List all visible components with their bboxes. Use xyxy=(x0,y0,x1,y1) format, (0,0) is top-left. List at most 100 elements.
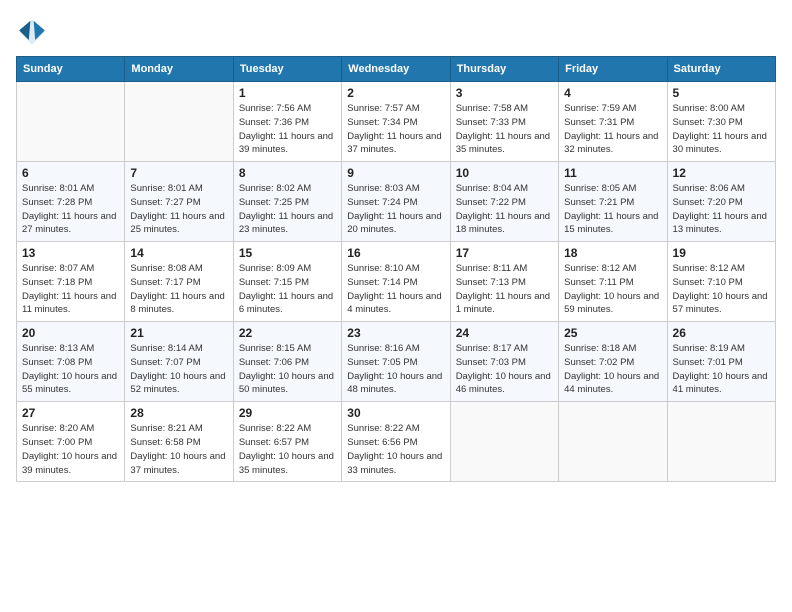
day-info: Sunrise: 8:09 AMSunset: 7:15 PMDaylight:… xyxy=(239,262,336,317)
sunrise-text: Sunrise: 8:20 AM xyxy=(22,423,94,434)
sunset-text: Sunset: 7:06 PM xyxy=(239,357,309,368)
sunset-text: Sunset: 6:58 PM xyxy=(130,437,200,448)
calendar-week-row: 13 Sunrise: 8:07 AM Sunset: 7:18 PM Dayligh… xyxy=(17,242,776,322)
calendar-day-cell: 27Sunrise: 8:20 AMSunset: 7:00 PMDayligh… xyxy=(17,402,125,482)
day-number: 14 xyxy=(130,246,227,260)
calendar-week-row: 1 Sunrise: 7:56 AM Sunset: 7:36 PM Daylight… xyxy=(17,82,776,162)
calendar-day-cell: 15 Sunrise: 8:09 AMSunset: 7:15 PMDayligh… xyxy=(233,242,341,322)
sunset-text: Sunset: 7:34 PM xyxy=(347,117,417,128)
daylight-text: Daylight: 11 hours and 35 minutes. xyxy=(456,131,550,156)
day-number: 28 xyxy=(130,406,227,420)
day-number: 24 xyxy=(456,326,553,340)
day-number: 16 xyxy=(347,246,444,260)
day-info: Sunrise: 8:02 AMSunset: 7:25 PMDaylight:… xyxy=(239,182,336,237)
day-number: 13 xyxy=(22,246,119,260)
calendar-week-row: 6Sunrise: 8:01 AMSunset: 7:28 PMDaylight… xyxy=(17,162,776,242)
sunrise-text: Sunrise: 7:56 AM xyxy=(239,103,311,114)
calendar-day-cell xyxy=(125,82,233,162)
sunset-text: Sunset: 7:11 PM xyxy=(564,277,634,288)
calendar-header-row: SundayMondayTuesdayWednesdayThursdayFrid… xyxy=(17,57,776,82)
sunset-text: Sunset: 7:20 PM xyxy=(673,197,743,208)
day-info: Sunrise: 8:18 AMSunset: 7:02 PMDaylight:… xyxy=(564,342,661,397)
calendar-day-cell: 2Sunrise: 7:57 AMSunset: 7:34 PMDaylight… xyxy=(342,82,450,162)
daylight-text: Daylight: 11 hours and 13 minutes. xyxy=(673,211,767,236)
calendar-day-cell: 17Sunrise: 8:11 AMSunset: 7:13 PMDayligh… xyxy=(450,242,558,322)
sunrise-text: Sunrise: 8:02 AM xyxy=(239,183,311,194)
day-info: Sunrise: 8:19 AMSunset: 7:01 PMDaylight:… xyxy=(673,342,770,397)
daylight-text: Daylight: 11 hours and 25 minutes. xyxy=(130,211,224,236)
calendar-day-cell: 26 Sunrise: 8:19 AMSunset: 7:01 PMDayligh… xyxy=(667,322,775,402)
day-info: Sunrise: 8:16 AMSunset: 7:05 PMDaylight:… xyxy=(347,342,444,397)
sunrise-text: Sunrise: 8:15 AM xyxy=(239,343,311,354)
sunset-text: Sunset: 7:27 PM xyxy=(130,197,200,208)
sunset-text: Sunset: 6:56 PM xyxy=(347,437,417,448)
sunset-text: Sunset: 7:18 PM xyxy=(22,277,92,288)
sunrise-text: Sunrise: 8:01 AM xyxy=(22,183,94,194)
daylight-text: Daylight: 11 hours and 39 minutes. xyxy=(239,131,333,156)
day-info: Sunrise: 7:59 AMSunset: 7:31 PMDaylight:… xyxy=(564,102,661,157)
day-number: 6 xyxy=(22,166,119,180)
sunrise-text: Sunrise: 7:58 AM xyxy=(456,103,528,114)
daylight-text: Daylight: 11 hours and 27 minutes. xyxy=(22,211,116,236)
sunrise-text: Sunrise: 8:00 AM xyxy=(673,103,745,114)
sunrise-text: Sunrise: 8:13 AM xyxy=(22,343,94,354)
daylight-text: Daylight: 10 hours and 35 minutes. xyxy=(239,451,334,476)
sunrise-text: Sunrise: 8:03 AM xyxy=(347,183,419,194)
daylight-text: Daylight: 10 hours and 59 minutes. xyxy=(564,291,659,316)
daylight-text: Daylight: 10 hours and 46 minutes. xyxy=(456,371,551,396)
day-header-monday: Monday xyxy=(125,57,233,82)
day-number: 22 xyxy=(239,326,336,340)
day-info: Sunrise: 8:10 AMSunset: 7:14 PMDaylight:… xyxy=(347,262,444,317)
day-number: 18 xyxy=(564,246,661,260)
daylight-text: Daylight: 11 hours and 8 minutes. xyxy=(130,291,224,316)
day-number: 7 xyxy=(130,166,227,180)
day-info: Sunrise: 8:13 AMSunset: 7:08 PMDaylight:… xyxy=(22,342,119,397)
calendar-day-cell: 29Sunrise: 8:22 AMSunset: 6:57 PMDayligh… xyxy=(233,402,341,482)
calendar-day-cell xyxy=(559,402,667,482)
day-number: 12 xyxy=(673,166,770,180)
day-info: Sunrise: 7:58 AM Sunset: 7:33 PM Daylight:… xyxy=(456,102,553,157)
sunset-text: Sunset: 7:31 PM xyxy=(564,117,634,128)
day-header-saturday: Saturday xyxy=(667,57,775,82)
day-number: 5 xyxy=(673,86,770,100)
day-number: 26 xyxy=(673,326,770,340)
sunset-text: Sunset: 7:14 PM xyxy=(347,277,417,288)
page-header xyxy=(16,16,776,48)
sunrise-text: Sunrise: 8:19 AM xyxy=(673,343,745,354)
day-info: Sunrise: 8:00 AMSunset: 7:30 PMDaylight:… xyxy=(673,102,770,157)
calendar-day-cell: 25Sunrise: 8:18 AMSunset: 7:02 PMDayligh… xyxy=(559,322,667,402)
sunset-text: Sunset: 7:30 PM xyxy=(673,117,743,128)
sunrise-text: Sunrise: 8:07 AM xyxy=(22,263,94,274)
sunset-text: Sunset: 7:02 PM xyxy=(564,357,634,368)
sunset-text: Sunset: 7:33 PM xyxy=(456,117,526,128)
day-number: 19 xyxy=(673,246,770,260)
sunset-text: Sunset: 7:13 PM xyxy=(456,277,526,288)
calendar-day-cell: 12 Sunrise: 8:06 AMSunset: 7:20 PMDayligh… xyxy=(667,162,775,242)
calendar-day-cell: 5Sunrise: 8:00 AMSunset: 7:30 PMDaylight… xyxy=(667,82,775,162)
logo-icon xyxy=(16,16,48,48)
sunset-text: Sunset: 7:07 PM xyxy=(130,357,200,368)
day-number: 4 xyxy=(564,86,661,100)
daylight-text: Daylight: 11 hours and 15 minutes. xyxy=(564,211,658,236)
sunset-text: Sunset: 7:24 PM xyxy=(347,197,417,208)
day-info: Sunrise: 8:06 AMSunset: 7:20 PMDaylight:… xyxy=(673,182,770,237)
sunrise-text: Sunrise: 8:17 AM xyxy=(456,343,528,354)
day-number: 9 xyxy=(347,166,444,180)
day-number: 8 xyxy=(239,166,336,180)
day-info: Sunrise: 7:56 AM Sunset: 7:36 PM Daylight:… xyxy=(239,102,336,157)
sunrise-text: Sunrise: 8:22 AM xyxy=(239,423,311,434)
day-info: Sunrise: 8:08 AMSunset: 7:17 PMDaylight:… xyxy=(130,262,227,317)
daylight-text: Daylight: 10 hours and 50 minutes. xyxy=(239,371,334,396)
sunset-text: Sunset: 7:36 PM xyxy=(239,117,309,128)
sunset-text: Sunset: 7:05 PM xyxy=(347,357,417,368)
day-number: 11 xyxy=(564,166,661,180)
calendar-day-cell: 19Sunrise: 8:12 AMSunset: 7:10 PMDayligh… xyxy=(667,242,775,322)
day-number: 1 xyxy=(239,86,336,100)
daylight-text: Daylight: 10 hours and 52 minutes. xyxy=(130,371,225,396)
day-header-tuesday: Tuesday xyxy=(233,57,341,82)
calendar-day-cell xyxy=(450,402,558,482)
sunrise-text: Sunrise: 8:11 AM xyxy=(456,263,528,274)
day-number: 15 xyxy=(239,246,336,260)
calendar-day-cell xyxy=(667,402,775,482)
calendar-day-cell: 16 Sunrise: 8:10 AMSunset: 7:14 PMDayligh… xyxy=(342,242,450,322)
